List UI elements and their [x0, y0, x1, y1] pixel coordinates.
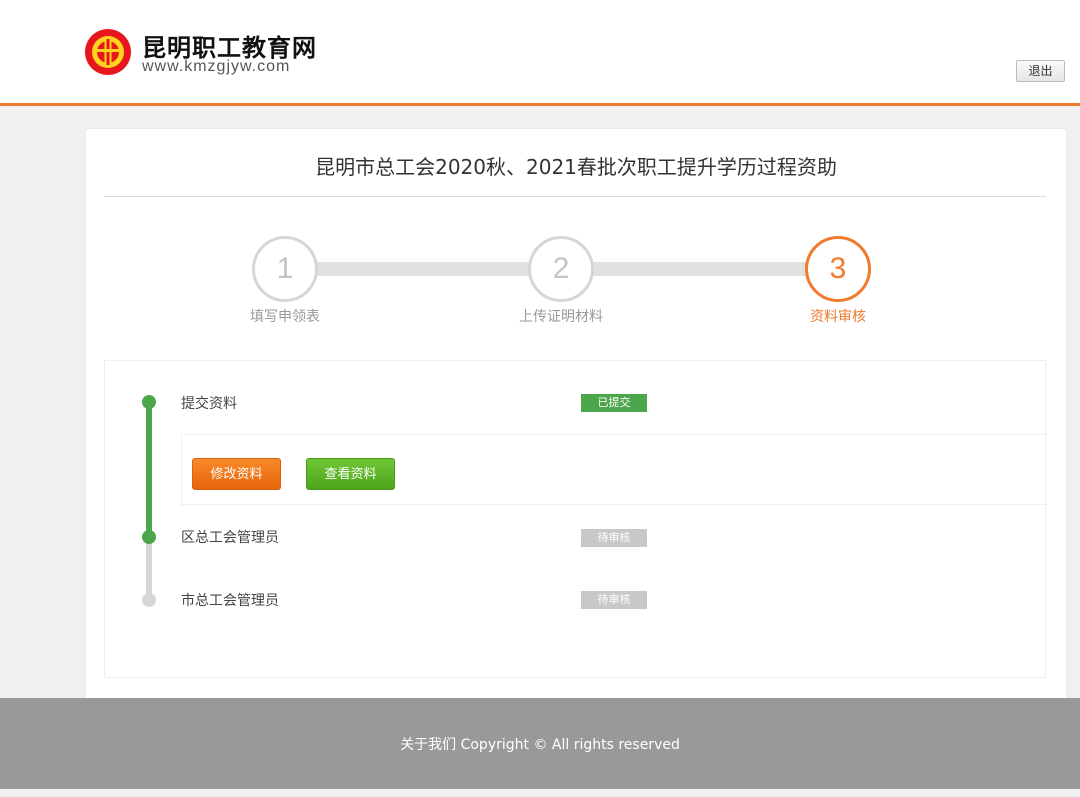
step-3-label: 资料审核 — [810, 309, 866, 325]
step-2-label: 上传证明材料 — [519, 309, 603, 325]
timeline-dot-done — [142, 395, 156, 409]
footer-copyright: 关于我们 Copyright © All rights reserved — [400, 737, 680, 753]
timeline-line-done — [146, 400, 152, 537]
step-connector — [314, 262, 534, 276]
action-panel: 修改资料 查看资料 — [181, 434, 1047, 505]
progress-step-label: 区总工会管理员 — [181, 530, 279, 546]
step-2-circle: 2 — [528, 236, 594, 302]
brand-url: www.kmzgjyw.com — [142, 58, 291, 75]
status-badge-pending: 待审核 — [581, 529, 647, 547]
timeline-dot-done — [142, 530, 156, 544]
step-connector — [591, 262, 809, 276]
view-materials-button[interactable]: 查看资料 — [306, 458, 395, 490]
step-3-circle: 3 — [805, 236, 871, 302]
review-progress: 提交资料 已提交 修改资料 查看资料 区总工会管理员 待审核 市总工会管理员 待… — [104, 360, 1047, 678]
edit-materials-button[interactable]: 修改资料 — [192, 458, 281, 490]
logout-button[interactable]: 退出 — [1016, 60, 1065, 82]
status-badge-submitted: 已提交 — [581, 394, 647, 412]
main-card: 昆明市总工会2020秋、2021春批次职工提升学历过程资助 1 2 3 填写申领… — [86, 129, 1066, 709]
site-header: 昆明职工教育网 www.kmzgjyw.com 退出 — [0, 0, 1080, 106]
step-1-label: 填写申领表 — [250, 309, 320, 325]
progress-step-label: 提交资料 — [181, 396, 237, 412]
page-title: 昆明市总工会2020秋、2021春批次职工提升学历过程资助 — [315, 155, 837, 179]
step-1-circle: 1 — [252, 236, 318, 302]
progress-step-label: 市总工会管理员 — [181, 593, 279, 609]
status-badge-pending: 待审核 — [581, 591, 647, 609]
title-divider — [104, 196, 1046, 197]
site-footer: 关于我们 Copyright © All rights reserved — [0, 698, 1080, 789]
timeline-dot-pending — [142, 593, 156, 607]
union-logo-icon — [85, 29, 131, 75]
timeline-line-pending — [146, 537, 152, 600]
